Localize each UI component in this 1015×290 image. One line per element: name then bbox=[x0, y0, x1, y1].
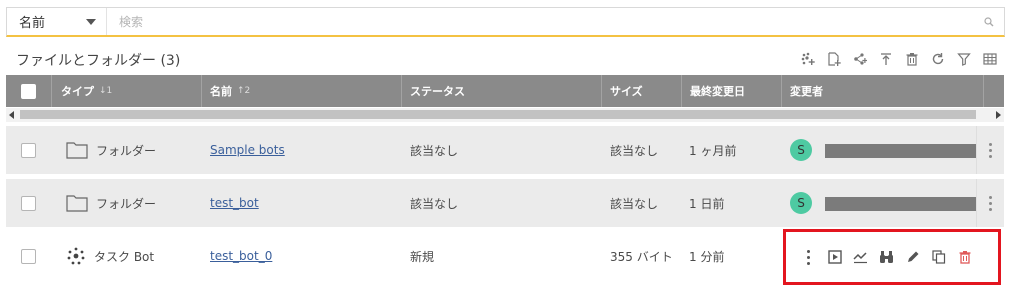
panel-title: ファイルとフォルダー (3) bbox=[16, 53, 181, 69]
scrollbar-thumb[interactable] bbox=[20, 110, 976, 119]
upload-icon[interactable] bbox=[875, 48, 897, 70]
modified-cell: 1 ヶ月前 bbox=[689, 143, 737, 158]
more-icon[interactable] bbox=[976, 179, 1004, 227]
delete-icon[interactable] bbox=[956, 249, 973, 266]
column-header-type-label: タイプ bbox=[61, 85, 94, 98]
row-actions-highlight bbox=[783, 229, 1001, 285]
column-header-status-label: ステータス bbox=[410, 85, 465, 98]
share-icon[interactable] bbox=[849, 48, 871, 70]
type-cell: タスク Bot bbox=[66, 232, 154, 280]
type-label: フォルダー bbox=[96, 196, 157, 211]
delete-icon[interactable] bbox=[901, 48, 923, 70]
row-checkbox[interactable] bbox=[21, 248, 36, 264]
folder-icon bbox=[66, 194, 88, 212]
name-cell: Sample bots bbox=[210, 126, 285, 174]
redacted-user-name bbox=[825, 144, 977, 158]
redacted-user-name bbox=[825, 197, 977, 211]
sort-indicator: ↓1 bbox=[99, 86, 113, 96]
scroll-left-icon[interactable] bbox=[9, 111, 14, 119]
name-cell: test_bot bbox=[210, 179, 259, 227]
copy-icon[interactable] bbox=[930, 249, 947, 266]
modified-cell: 1 日前 bbox=[689, 196, 725, 211]
grid-view-icon[interactable] bbox=[979, 48, 1001, 70]
filter-icon[interactable] bbox=[953, 48, 975, 70]
sort-indicator: ↑2 bbox=[237, 86, 251, 96]
modified-by-cell: S bbox=[790, 126, 812, 174]
analytics-icon[interactable] bbox=[852, 249, 869, 266]
column-header-modified-by-label: 変更者 bbox=[790, 85, 823, 98]
search-icon[interactable] bbox=[974, 16, 1004, 27]
modified-by-cell: S bbox=[790, 179, 812, 227]
refresh-icon[interactable] bbox=[927, 48, 949, 70]
name-link[interactable]: Sample bots bbox=[210, 143, 285, 157]
select-all-checkbox[interactable] bbox=[21, 83, 36, 99]
view-icon[interactable] bbox=[878, 249, 895, 266]
new-file-icon[interactable] bbox=[823, 48, 845, 70]
scroll-right-icon[interactable] bbox=[996, 111, 1001, 119]
task-bot-icon bbox=[66, 246, 86, 266]
search-field-label: 名前 bbox=[19, 16, 46, 31]
column-header-modified[interactable]: 最終変更日 bbox=[682, 75, 782, 107]
run-icon[interactable] bbox=[826, 249, 843, 266]
table-header: タイプ ↓1 名前 ↑2 ステータス サイズ 最終変更日 変更者 bbox=[6, 75, 1004, 107]
column-header-name[interactable]: 名前 ↑2 bbox=[202, 75, 402, 107]
search-input[interactable] bbox=[107, 8, 974, 35]
size-cell: 該当なし bbox=[610, 143, 659, 158]
name-link[interactable]: test_bot_0 bbox=[210, 249, 272, 263]
size-cell: 該当なし bbox=[610, 196, 659, 211]
search-bar: 名前 bbox=[6, 7, 1005, 37]
avatar: S bbox=[790, 192, 812, 214]
type-label: タスク Bot bbox=[94, 249, 155, 264]
avatar: S bbox=[790, 139, 812, 161]
row-checkbox-cell bbox=[21, 179, 36, 227]
type-cell: フォルダー bbox=[66, 126, 156, 174]
more-icon[interactable] bbox=[976, 126, 1004, 174]
name-link[interactable]: test_bot bbox=[210, 196, 259, 210]
column-header-modified-by[interactable]: 変更者 bbox=[782, 75, 984, 107]
chevron-down-icon bbox=[86, 18, 96, 25]
column-header-modified-label: 最終変更日 bbox=[690, 85, 745, 98]
status-cell: 該当なし bbox=[410, 196, 459, 211]
modified-cell: 1 分前 bbox=[689, 249, 725, 264]
toolbar bbox=[797, 48, 1001, 70]
status-cell: 該当なし bbox=[410, 143, 459, 158]
row-checkbox-cell bbox=[21, 126, 36, 174]
more-icon[interactable] bbox=[800, 249, 817, 266]
column-header-status[interactable]: ステータス bbox=[402, 75, 602, 107]
column-header-type[interactable]: タイプ ↓1 bbox=[52, 75, 202, 107]
create-bot-icon[interactable] bbox=[797, 48, 819, 70]
row-checkbox-cell bbox=[21, 232, 36, 280]
table-row[interactable]: フォルダー Sample bots 該当なし 該当なし 1 ヶ月前 S bbox=[6, 126, 1004, 174]
table-row[interactable]: フォルダー test_bot 該当なし 該当なし 1 日前 S bbox=[6, 179, 1004, 227]
name-cell: test_bot_0 bbox=[210, 232, 272, 280]
column-header-size[interactable]: サイズ bbox=[602, 75, 682, 107]
column-header-size-label: サイズ bbox=[610, 85, 643, 98]
type-label: フォルダー bbox=[96, 143, 157, 158]
size-cell: 355 バイト bbox=[610, 249, 673, 264]
type-cell: フォルダー bbox=[66, 179, 156, 227]
status-cell: 新規 bbox=[410, 249, 435, 264]
search-field-select[interactable]: 名前 bbox=[7, 8, 107, 35]
select-all-cell bbox=[6, 75, 52, 107]
row-checkbox[interactable] bbox=[21, 195, 36, 211]
edit-icon[interactable] bbox=[904, 249, 921, 266]
horizontal-scrollbar[interactable] bbox=[6, 108, 1004, 122]
folder-icon bbox=[66, 141, 88, 159]
row-checkbox[interactable] bbox=[21, 142, 36, 158]
column-header-name-label: 名前 bbox=[210, 85, 232, 98]
